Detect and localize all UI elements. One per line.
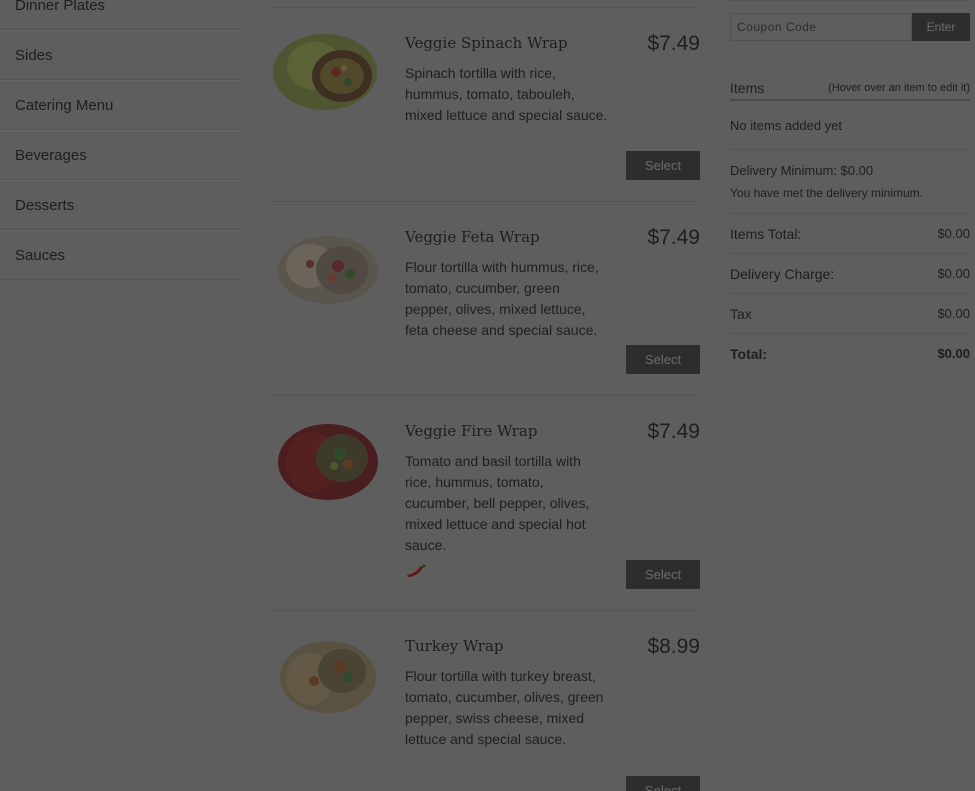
select-button[interactable]: Select: [626, 345, 700, 374]
select-button[interactable]: Select: [626, 560, 700, 589]
cart-items-title: Items: [730, 80, 765, 96]
category-catering-menu[interactable]: Catering Menu: [0, 80, 240, 130]
menu-item-veggie-spinach-wrap: Veggie Spinach Wrap $7.49 Spinach tortil…: [270, 8, 700, 202]
coupon-enter-button[interactable]: Enter: [912, 13, 970, 41]
category-sides[interactable]: Sides: [0, 30, 240, 80]
category-label: Catering Menu: [15, 96, 114, 114]
item-price: $7.49: [647, 420, 700, 443]
delivery-minimum-note: You have met the delivery minimum.: [730, 186, 923, 200]
item-description: Tomato and basil tortilla with rice, hum…: [405, 453, 590, 553]
coupon-code-input[interactable]: [730, 13, 912, 41]
item-price: $7.49: [647, 32, 700, 55]
items-total-value: $0.00: [937, 226, 970, 241]
wrap-photo: [278, 236, 378, 304]
cart-empty-message: No items added yet: [730, 118, 843, 133]
delivery-charge-value: $0.00: [937, 266, 970, 281]
category-label: Dinner Plates: [15, 0, 106, 14]
item-description: Flour tortilla with hummus, rice, tomato…: [405, 259, 599, 338]
menu-item-veggie-fire-wrap: Veggie Fire Wrap $7.49 Tomato and basil …: [270, 396, 700, 611]
cart-items-header: Items (Hover over an item to edit it): [730, 78, 970, 101]
category-label: Sides: [15, 46, 53, 64]
category-dinner-plates[interactable]: Dinner Plates: [0, 0, 240, 30]
item-description: Flour tortilla with turkey breast, tomat…: [405, 668, 604, 747]
category-desserts[interactable]: Desserts: [0, 180, 240, 230]
menu-item-turkey-wrap: Turkey Wrap $8.99 Flour tortilla with tu…: [270, 611, 700, 791]
delivery-charge-label: Delivery Charge:: [730, 266, 835, 282]
select-button[interactable]: Select: [626, 776, 700, 791]
item-price: $7.49: [647, 226, 700, 249]
wrap-photo: [278, 424, 378, 500]
divider: [730, 149, 970, 150]
category-label: Beverages: [15, 146, 87, 164]
tax-label: Tax: [730, 306, 752, 322]
divider: [730, 213, 970, 214]
category-label: Desserts: [15, 196, 75, 214]
item-name: Veggie Feta Wrap: [405, 228, 540, 246]
divider: [730, 0, 970, 1]
item-name: Veggie Fire Wrap: [405, 422, 538, 440]
menu-item-veggie-feta-wrap: Veggie Feta Wrap $7.49 Flour tortilla wi…: [270, 202, 700, 396]
divider: [730, 253, 970, 254]
item-name: Turkey Wrap: [405, 637, 504, 655]
items-total-label: Items Total:: [730, 226, 802, 242]
total-label: Total:: [730, 346, 768, 362]
tax-value: $0.00: [937, 306, 970, 321]
chili-pepper-icon: [407, 564, 426, 577]
cart-items-hint: (Hover over an item to edit it): [828, 82, 970, 94]
total-value: $0.00: [937, 346, 970, 361]
item-price: $8.99: [647, 635, 700, 658]
item-description: Spinach tortilla with rice, hummus, toma…: [405, 65, 608, 123]
divider: [730, 293, 970, 294]
wrap-photo: [280, 641, 376, 713]
divider: [730, 333, 970, 334]
category-sauces[interactable]: Sauces: [0, 230, 240, 280]
category-sidebar: Dinner Plates Sides Catering Menu Bevera…: [0, 0, 240, 280]
item-name: Veggie Spinach Wrap: [405, 34, 568, 52]
category-beverages[interactable]: Beverages: [0, 130, 240, 180]
select-button[interactable]: Select: [626, 151, 700, 180]
category-label: Sauces: [15, 246, 66, 264]
delivery-minimum: Delivery Minimum: $0.00: [730, 163, 874, 178]
page-root: Dinner Plates Sides Catering Menu Bevera…: [0, 0, 975, 791]
wrap-photo: [273, 34, 377, 110]
